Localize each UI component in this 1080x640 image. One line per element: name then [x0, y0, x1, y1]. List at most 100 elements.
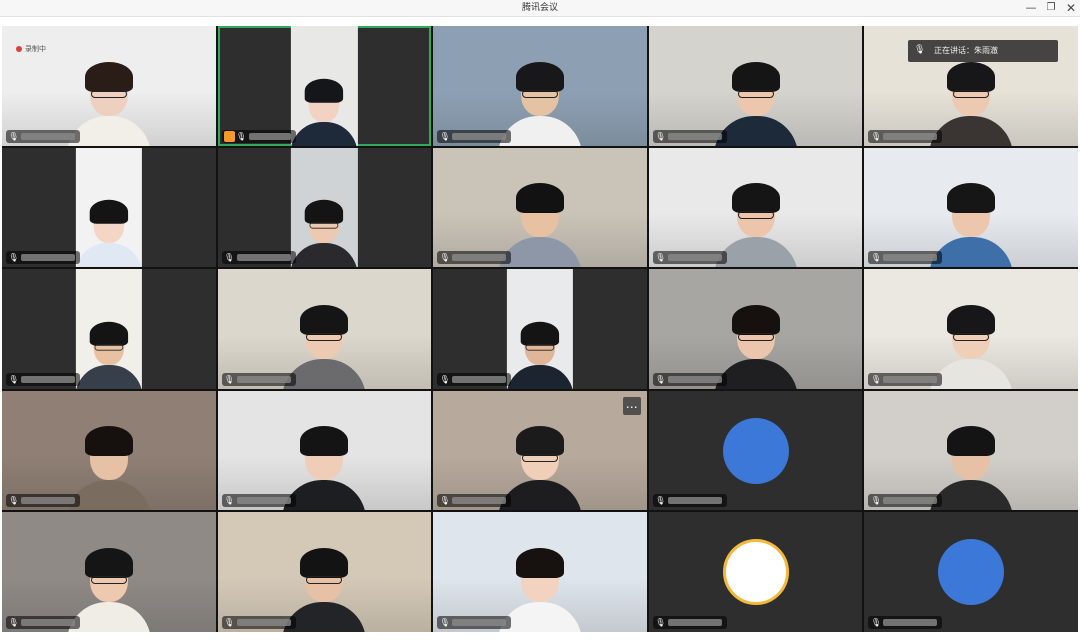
participant-tile[interactable]: 🎙	[2, 269, 216, 389]
participant-tile[interactable]: 🎙	[2, 512, 216, 632]
participant-tile[interactable]: 🎙	[864, 512, 1078, 632]
microphone-icon: 🎙	[655, 253, 666, 263]
participant-name-redacted	[452, 618, 507, 626]
portrait-video	[506, 269, 574, 389]
participant-hair	[300, 547, 349, 578]
participant-tile[interactable]: 🎙	[433, 269, 647, 389]
microphone-icon: 🎙	[655, 131, 666, 141]
participant-figure	[70, 312, 147, 389]
participant-nametag: 🎙	[6, 129, 80, 143]
participant-hair	[84, 547, 133, 578]
minimize-icon[interactable]: —	[1020, 0, 1042, 16]
participant-tile[interactable]: 🎙	[217, 147, 432, 268]
participant-hair	[731, 61, 780, 92]
participant-hair	[305, 199, 344, 224]
portrait-video	[75, 147, 143, 268]
participant-tile[interactable]: 录制中 🎙	[2, 26, 216, 146]
speaking-label: 正在讲话：朱雨澈	[934, 46, 998, 55]
participant-name-redacted	[452, 375, 507, 383]
participant-tile[interactable]: 🎙	[217, 26, 432, 146]
restore-icon[interactable]: ❐	[1040, 0, 1062, 16]
participant-figure	[286, 69, 363, 146]
participant-tile[interactable]: 🎙	[217, 269, 432, 389]
close-icon[interactable]: ✕	[1060, 0, 1080, 16]
microphone-icon: 🎙	[224, 253, 235, 263]
participant-grid: 录制中 🎙 🎙 🎙 🎙 🎙 正在讲话：朱雨澈 🎙 🎙 🎙 🎙 🎙 🎙 🎙 🎙 🎙 🎙 🎙 🎙 🎙… 🎙 🎙 🎙 🎙 🎙 🎙 🎙 🎙	[2, 26, 1078, 632]
participant-nametag: 🎙	[868, 494, 943, 508]
host-icon	[223, 130, 235, 142]
window-title: 腾讯会议	[521, 3, 558, 13]
participant-tile[interactable]: 🎙	[2, 390, 216, 511]
participant-tile[interactable]: 🎙	[648, 147, 863, 268]
participant-nametag: 🎙	[437, 251, 512, 265]
participant-tile[interactable]: 🎙	[433, 26, 647, 146]
participant-hair	[947, 183, 996, 214]
participant-tile[interactable]: 🎙	[648, 269, 863, 389]
microphone-icon: 🎙	[8, 496, 19, 506]
participant-hair	[520, 321, 560, 346]
glasses-icon	[521, 454, 558, 463]
participant-tile[interactable]: 🎙 正在讲话：朱雨澈 🎙	[864, 26, 1078, 146]
microphone-icon: 🎙	[439, 617, 450, 627]
microphone-icon: 🎙	[439, 496, 450, 506]
portrait-video	[75, 269, 143, 389]
participant-name-redacted	[667, 132, 722, 140]
participant-hair	[947, 426, 996, 457]
participant-tile[interactable]: 🎙	[433, 512, 647, 632]
glasses-icon	[953, 89, 990, 98]
microphone-icon: 🎙	[870, 374, 881, 384]
participant-tile[interactable]: 🎙	[217, 512, 432, 632]
participant-hair	[305, 78, 344, 103]
participant-nametag: 🎙	[868, 615, 943, 629]
participant-tile[interactable]: 🎙	[648, 390, 863, 511]
microphone-icon: 🎙	[870, 617, 881, 627]
participant-name-redacted	[452, 132, 507, 140]
participant-figure	[70, 190, 147, 268]
glasses-icon	[737, 211, 774, 220]
microphone-icon: 🎙	[439, 374, 450, 384]
participant-figure	[502, 312, 579, 389]
portrait-video	[290, 26, 358, 146]
participant-hair	[300, 304, 349, 335]
meeting-window: 腾讯会议 — ❐ ✕ 录制中 🎙 🎙 🎙 🎙 🎙 正在讲话：朱雨澈 🎙 🎙 🎙 🎙 🎙 🎙 🎙 🎙 🎙 🎙 🎙 🎙 🎙…	[0, 0, 1080, 640]
participant-hair	[731, 304, 780, 335]
participant-name-redacted	[21, 254, 75, 262]
participant-nametag: 🎙	[221, 494, 296, 508]
participant-tile[interactable]: 🎙	[2, 147, 216, 268]
participant-nametag: 🎙	[652, 615, 727, 629]
glasses-icon	[953, 332, 990, 341]
microphone-icon: 🎙	[224, 617, 235, 627]
glasses-icon	[90, 575, 127, 584]
participant-nametag: 🎙	[221, 251, 296, 265]
glasses-icon	[525, 343, 555, 351]
participant-nametag: 🎙	[652, 251, 727, 265]
participant-hair	[731, 183, 780, 214]
participant-tile[interactable]: 🎙	[648, 26, 863, 146]
video-grid: 录制中 🎙 🎙 🎙 🎙 🎙 正在讲话：朱雨澈 🎙 🎙 🎙 🎙 🎙 🎙 🎙 🎙 🎙 🎙 🎙 🎙 🎙… 🎙 🎙 🎙 🎙 🎙 🎙 🎙 🎙	[2, 26, 1078, 632]
participant-tile[interactable]: 🎙	[864, 390, 1078, 511]
microphone-icon: 🎙	[655, 496, 666, 506]
participant-tile[interactable]: 🎙	[864, 147, 1078, 268]
glasses-icon	[737, 89, 774, 98]
glasses-icon	[521, 89, 558, 98]
microphone-icon: 🎙	[870, 496, 881, 506]
participant-name-redacted	[236, 254, 291, 262]
avatar	[722, 417, 789, 484]
participant-nametag: 🎙	[6, 372, 80, 386]
participant-tile[interactable]: 🎙	[648, 512, 863, 632]
microphone-icon: 🎙	[224, 496, 235, 506]
participant-nametag: 🎙	[437, 129, 512, 143]
participant-tile[interactable]: 🎙	[864, 269, 1078, 389]
participant-tile[interactable]: 🎙	[217, 390, 432, 511]
participant-name-redacted	[21, 132, 75, 140]
microphone-icon: 🎙	[8, 131, 19, 141]
participant-hair	[515, 547, 564, 578]
participant-tile[interactable]: … 🎙	[433, 390, 647, 511]
microphone-icon: 🎙	[8, 374, 19, 384]
microphone-icon: 🎙	[224, 374, 235, 384]
participant-tile[interactable]: 🎙	[433, 147, 647, 268]
microphone-icon: 🎙	[439, 253, 450, 263]
glasses-icon	[90, 89, 127, 98]
microphone-icon: 🎙	[655, 617, 666, 627]
more-options-icon[interactable]: …	[622, 396, 641, 415]
